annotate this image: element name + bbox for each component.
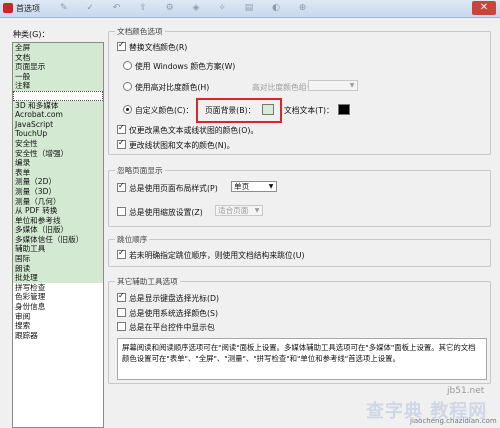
category-item[interactable]: 编录	[13, 158, 103, 168]
close-button[interactable]: ✕	[472, 1, 496, 15]
checkbox-label: 替换文档颜色(R)	[129, 43, 188, 52]
toolbar-icons: ✎ ✓ ↶ ⇧ ⚙ ◈ ✧ ▤ ◐ ⊕	[60, 3, 315, 13]
radio-label: 使用 Windows 颜色方案(W)	[135, 62, 236, 71]
checkbox-checked[interactable]	[117, 291, 126, 302]
high-contrast-radio[interactable]: 使用高对比度颜色(H)	[123, 82, 209, 93]
checkbox-unchecked[interactable]	[117, 207, 126, 216]
radio-button[interactable]	[123, 61, 132, 70]
category-item[interactable]: 朗读	[13, 263, 103, 274]
document-text-label: 文档文本(T)：	[284, 106, 334, 115]
always-layout-checkbox[interactable]: 总是使用页面布局样式(P)	[117, 181, 218, 194]
high-contrast-combo[interactable]: ▼	[308, 80, 358, 91]
checkbox-checked[interactable]	[117, 138, 126, 149]
category-item[interactable]: 审阅	[13, 312, 103, 322]
checkbox-label: 总是使用缩放设置(Z)	[129, 208, 203, 217]
same-window-checkbox[interactable]: 总是在平台控件中显示包	[117, 322, 215, 333]
category-item[interactable]: 安全性（增强）	[13, 148, 103, 159]
only-black-text-checkbox[interactable]: 仅更改黑色文本或线状图的颜色(O)。	[117, 123, 259, 136]
watermark-url: jiaocheng.chazidian.com	[410, 417, 497, 425]
group-legend: 其它辅助工具选项	[115, 276, 180, 287]
group-legend: 跳位顺序	[115, 234, 150, 245]
category-item[interactable]: 身份信息	[13, 302, 103, 312]
checkbox-label: 总是使用系统选择颜色(S)	[129, 309, 219, 318]
layout-combo[interactable]: 单页 ▼	[231, 181, 277, 192]
category-item[interactable]: 表单	[13, 167, 103, 178]
checkbox-checked[interactable]	[117, 248, 126, 259]
category-item[interactable]: 多媒体（旧版）	[13, 225, 103, 235]
category-item[interactable]: JavaScript	[13, 119, 103, 130]
checkbox-checked[interactable]	[117, 40, 126, 51]
change-line-art-checkbox[interactable]: 更改线状图和文本的颜色(N)。	[117, 138, 235, 151]
title-bar: 首选项 ✎ ✓ ↶ ⇧ ⚙ ◈ ✧ ▤ ◐ ⊕ ✕	[0, 0, 500, 18]
checkbox-label: 总是显示键盘选择光标(D)	[129, 294, 220, 303]
radio-label: 自定义颜色(C)：	[135, 106, 194, 115]
category-item[interactable]: 安全性	[13, 138, 103, 149]
category-item[interactable]: 测量（几何）	[13, 196, 103, 207]
category-item[interactable]: 一般	[13, 71, 103, 82]
category-item[interactable]: 测量（3D）	[13, 186, 103, 197]
chevron-down-icon: ▼	[268, 183, 274, 190]
category-item[interactable]: 从 PDF 转换	[13, 206, 103, 216]
category-item[interactable]: 色彩管理	[13, 292, 103, 302]
category-item[interactable]: 测量（2D）	[13, 177, 103, 187]
category-item[interactable]: 跟踪器	[13, 331, 103, 341]
window-title: 首选项	[16, 4, 40, 13]
checkbox-unchecked[interactable]	[117, 322, 126, 331]
tab-order-checkbox[interactable]: 若未明确指定跳位顺序，则使用文档结构来跳位(U)	[117, 248, 305, 261]
keyboard-cursor-checkbox[interactable]: 总是显示键盘选择光标(D)	[117, 291, 220, 304]
checkbox-label: 总是使用页面布局样式(P)	[129, 184, 218, 193]
checkbox-checked[interactable]	[117, 181, 126, 192]
category-item[interactable]: 全屏	[13, 43, 103, 53]
radio-button[interactable]	[123, 82, 132, 91]
category-item[interactable]: 辅助工具	[13, 244, 103, 255]
category-item[interactable]: 3D 和多媒体	[13, 100, 103, 111]
category-item[interactable]: 页面显示	[13, 62, 103, 72]
description-box: 屏幕阅读和阅读顺序选项可在"阅读"面板上设置。多媒体辅助工具选项可在"多媒体"面…	[117, 338, 487, 380]
radio-label: 使用高对比度颜色(H)	[135, 83, 210, 92]
custom-color-radio[interactable]: 自定义颜色(C)：	[123, 105, 193, 116]
checkbox-checked[interactable]	[117, 123, 126, 134]
category-item[interactable]: 单位和参考线	[13, 215, 103, 226]
chevron-down-icon: ▼	[349, 82, 355, 89]
radio-button-selected[interactable]	[123, 105, 132, 114]
checkbox-label: 更改线状图和文本的颜色(N)。	[129, 141, 235, 150]
category-item[interactable]: 拼写检查	[13, 283, 103, 293]
category-item[interactable]: 批处理	[13, 273, 103, 283]
system-color-checkbox[interactable]: 总是使用系统选择颜色(S)	[117, 308, 218, 319]
category-item[interactable]: 文档	[13, 52, 103, 63]
combo-value: 适合页面	[218, 206, 249, 215]
replace-colors-checkbox[interactable]: 替换文档颜色(R)	[117, 40, 188, 53]
combo-value: 单页	[234, 182, 250, 191]
highlight-box	[196, 98, 282, 123]
group-legend: 文档颜色选项	[115, 26, 165, 37]
page-display-group: 忽略页面显示	[108, 165, 491, 227]
checkbox-label: 总是在平台控件中显示包	[129, 323, 215, 332]
checkbox-unchecked[interactable]	[117, 308, 126, 317]
category-item[interactable]: 国际	[13, 254, 103, 264]
zoom-combo[interactable]: 适合页面 ▼	[215, 205, 263, 216]
category-item[interactable]: TouchUp	[13, 129, 103, 139]
categories-list[interactable]: 全屏 文档 页面显示 一般 注释 3D 和多媒体 Acrobat.com JavaScript…	[12, 42, 104, 428]
category-item[interactable]: 搜索	[13, 321, 103, 331]
category-item[interactable]: 注释	[13, 81, 103, 91]
chevron-down-icon: ▼	[254, 207, 260, 214]
checkbox-label: 仅更改黑色文本或线状图的颜色(O)。	[129, 126, 259, 135]
categories-label: 种类(G)：	[13, 30, 50, 39]
category-item[interactable]	[13, 90, 103, 101]
watermark-site: jb51.net	[447, 386, 485, 396]
checkbox-label: 若未明确指定跳位顺序，则使用文档结构来跳位(U)	[129, 251, 305, 260]
app-icon	[3, 3, 13, 13]
always-zoom-checkbox[interactable]: 总是使用缩放设置(Z)	[117, 207, 203, 218]
windows-scheme-radio[interactable]: 使用 Windows 颜色方案(W)	[123, 61, 235, 72]
group-legend: 忽略页面显示	[115, 165, 165, 176]
document-text-swatch[interactable]	[338, 104, 350, 115]
category-item[interactable]: Acrobat.com	[13, 110, 103, 120]
